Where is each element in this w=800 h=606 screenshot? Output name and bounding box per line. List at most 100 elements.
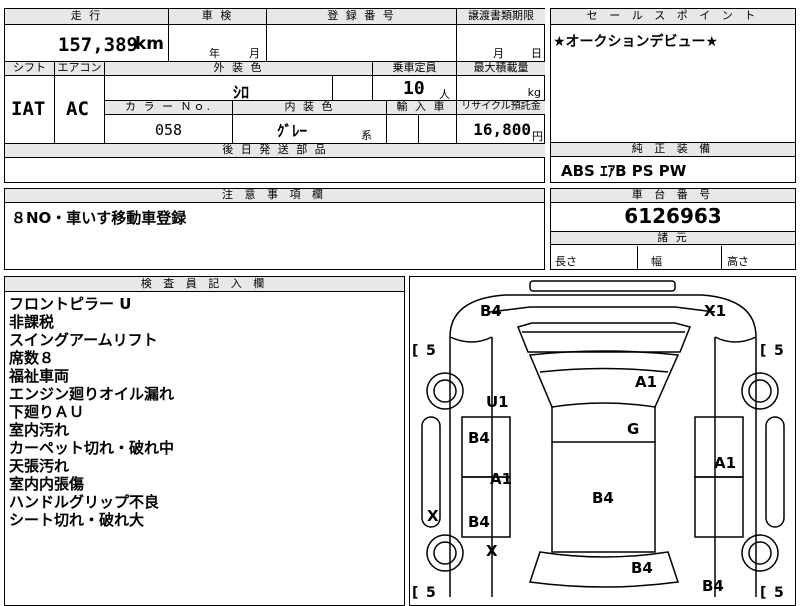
inspector-line: 天張汚れ [9, 457, 70, 475]
capacity-header: 乗車定員 [373, 62, 457, 76]
import-cell-a [387, 115, 419, 144]
dims-divider-1 [637, 246, 638, 270]
dims-header: 諸 元 [551, 231, 795, 245]
tire-label-bracket: [ [760, 585, 766, 601]
damage-mark: X [486, 542, 498, 560]
shaken-year: 年 [209, 47, 220, 60]
damage-mark: A1 [635, 373, 657, 391]
inspector-line: 福祉車両 [9, 367, 70, 385]
front-right-fender [714, 336, 757, 343]
import-header: 輸 入 車 [387, 101, 457, 115]
equipment-box: 純 正 装 備 ABS ｴｱB PS PW [550, 142, 796, 183]
later-parts-header: 後 日 発 送 部 品 [5, 144, 545, 158]
mileage-cell: 157,389 km [5, 25, 169, 62]
interior-suffix: 系 [361, 129, 372, 142]
tire-label: 5 [774, 585, 784, 601]
right-rear-door [694, 476, 744, 538]
equipment-text: ABS ｴｱB PS PW [561, 162, 687, 180]
rear-right-tire [741, 534, 779, 572]
windshield-outline [516, 322, 692, 353]
dims-length: 長さ [555, 255, 577, 268]
recycle-value: 16,800 [473, 120, 531, 139]
recycle-header: リサイクル預託金 [457, 101, 545, 115]
ac-cell: AC [55, 76, 105, 144]
chassis-box: 車 台 番 号 6126963 諸 元 長さ 幅 高さ [550, 188, 796, 270]
inspector-line: 室内汚れ [9, 421, 70, 439]
sales-point-text: ★オークションデビュー★ [553, 34, 719, 50]
right-mirror [765, 416, 785, 528]
dims-height: 高さ [727, 255, 749, 268]
inspector-line: フロントピラー U [9, 295, 132, 313]
transfer-cell: 月 日 [457, 25, 545, 62]
colorno-cell: 058 [105, 115, 233, 144]
chassis-number: 6126963 [624, 204, 722, 228]
exterior-extra-cell [333, 76, 373, 101]
bonnet-outline [489, 306, 716, 313]
inspector-line: カーペット切れ・破れ中 [9, 439, 175, 457]
cabin-top [551, 407, 656, 442]
damage-mark: A1 [714, 454, 736, 472]
tire-label: 5 [774, 343, 784, 359]
shaken-cell: 年 月 [169, 25, 267, 62]
later-parts-area [5, 158, 545, 182]
shift-value: IAT [11, 98, 46, 120]
inspector-line: 非課税 [9, 313, 55, 331]
sales-point-box: セ ー ル ス ポ イ ン ト ★オークションデビュー★ [550, 8, 796, 143]
rear-left-tire [426, 534, 464, 572]
damage-mark: G [627, 420, 639, 438]
interior-header: 内 装 色 [233, 101, 387, 115]
tire-label: 5 [426, 343, 436, 359]
damage-mark: U1 [486, 393, 509, 411]
spec-table: 走 行 車 検 登 録 番 号 譲渡書類期限 157,389 km 年 月 月 … [4, 8, 545, 183]
loadcap-cell: kg [457, 76, 545, 101]
loadcap-header: 最大積載量 [457, 62, 545, 76]
ac-value: AC [66, 98, 89, 120]
damage-mark: X1 [704, 302, 726, 320]
front-left-tire [426, 372, 464, 410]
notes-header: 注 意 事 項 欄 [5, 189, 544, 203]
mileage-header: 走 行 [5, 9, 169, 25]
recycle-cell: 16,800 円 [457, 115, 545, 144]
damage-mark: B4 [592, 489, 614, 507]
loadcap-unit: kg [527, 86, 541, 99]
roof-inner [539, 367, 669, 373]
inspector-line: 下廻りＡＵ [9, 403, 85, 421]
exterior-value: ｼﾛ [233, 83, 250, 102]
exterior-cell: ｼﾛ [105, 76, 333, 102]
damage-mark: B4 [468, 513, 490, 531]
damage-mark: B4 [480, 302, 502, 320]
capacity-cell: 10 人 [373, 76, 457, 101]
transfer-deadline-header: 譲渡書類期限 [457, 9, 545, 25]
inspector-line: シート切れ・破れ大 [9, 511, 145, 529]
import-cell-b [419, 115, 457, 144]
transfer-month: 月 [493, 47, 504, 60]
damage-mark: X [427, 507, 439, 525]
inspector-line: スイングアームリフト [9, 331, 158, 349]
rear-left-tire-inner [433, 541, 457, 565]
tire-label-bracket: [ [412, 343, 418, 359]
sales-point-header: セ ー ル ス ポ イ ン ト [551, 9, 795, 25]
ac-header: エアコン [55, 62, 105, 76]
mileage-value: 157,389 [57, 34, 138, 56]
shaken-month: 月 [249, 47, 260, 60]
inspector-line: 席数８ [9, 349, 55, 367]
colorno-value: 058 [155, 121, 183, 139]
car-diagram: B4 X1 A1 U1 G B4 A1 A1 B4 X B4 X B4 B4 [… [412, 280, 785, 601]
inspector-line: 室内内張傷 [9, 475, 85, 493]
inspector-lines: フロントピラー U 非課税 スイングアームリフト 席数８ 福祉車両 エンジン廻り… [9, 295, 174, 529]
inspector-box: 検 査 員 記 入 欄 フロントピラー U 非課税 スイングアームリフト 席数８… [4, 276, 405, 606]
shift-cell: IAT [5, 76, 55, 144]
shift-header: シフト [5, 62, 55, 76]
dims-divider-2 [721, 246, 722, 270]
dims-width: 幅 [651, 255, 662, 268]
equipment-header: 純 正 装 備 [551, 143, 795, 157]
colorno-header: カ ラ ー Ｎｏ. [105, 101, 233, 115]
interior-value: ｸﾞﾚｰ [277, 122, 308, 140]
interior-cell: ｸﾞﾚｰ 系 [233, 115, 387, 144]
left-front-door [461, 416, 511, 478]
chassis-header: 車 台 番 号 [551, 189, 795, 203]
capacity-value: 10 [403, 78, 425, 99]
damage-mark: A1 [490, 470, 512, 488]
rear-right-tire-inner [748, 541, 772, 565]
registration-cell [267, 25, 457, 62]
